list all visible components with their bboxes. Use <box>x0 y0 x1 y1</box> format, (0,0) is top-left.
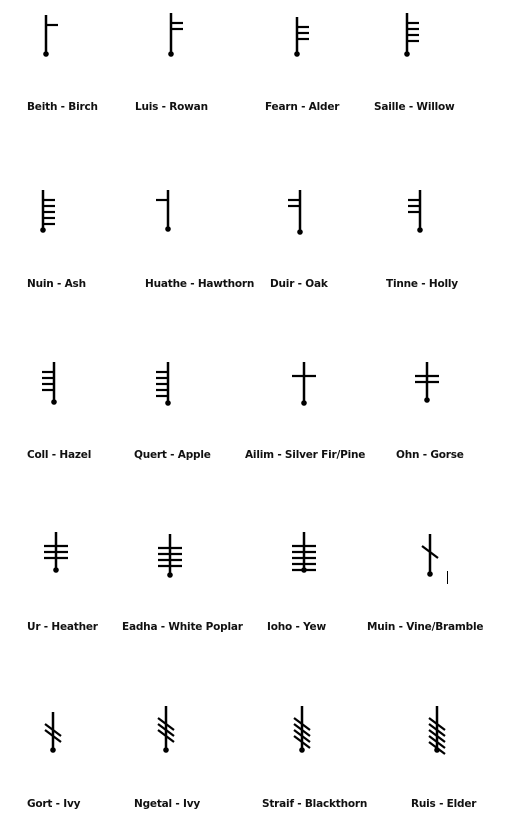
stray-mark <box>447 571 448 584</box>
ogham-glyph-ruis <box>428 706 446 755</box>
letter-label: Ruis - Elder <box>411 798 477 810</box>
